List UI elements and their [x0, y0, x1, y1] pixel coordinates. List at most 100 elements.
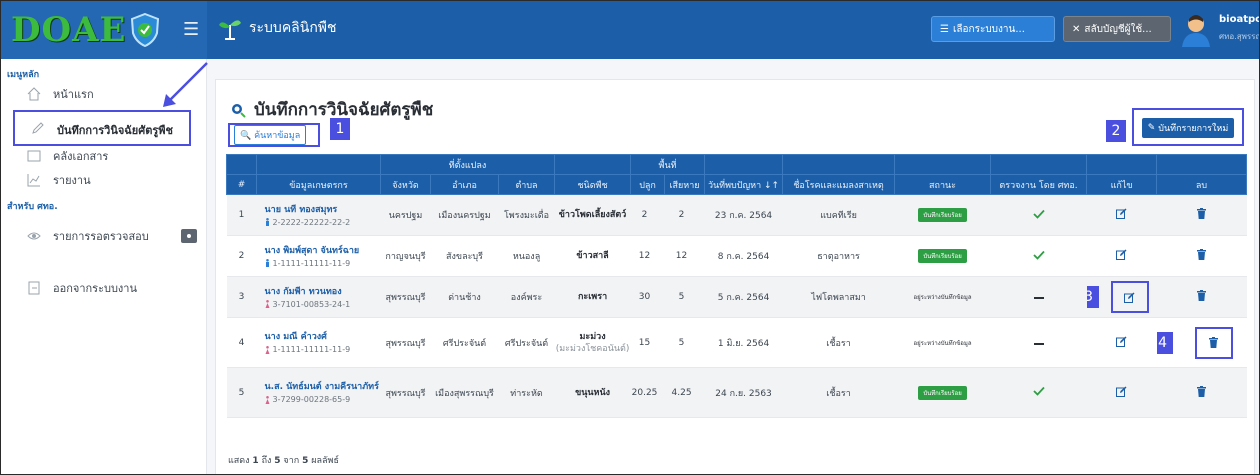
trash-icon[interactable]	[1197, 385, 1207, 397]
col-header-status: สถานะ	[894, 174, 992, 195]
brand-logo[interactable]: DOAE	[1, 1, 207, 59]
avatar[interactable]	[1181, 13, 1211, 47]
edit-cell	[1086, 367, 1157, 418]
pencil-icon	[32, 122, 44, 134]
damaged-area: 4.25	[664, 367, 705, 418]
status-badge: บันทึกเรียบร้อย	[918, 208, 967, 222]
farmer-name-link[interactable]: นาง กัมพีา ทวนทอง	[265, 286, 381, 298]
trash-icon[interactable]	[1209, 337, 1219, 348]
sidebar-item-documents-label: คลังเอกสาร	[53, 150, 109, 163]
farmer-name-link[interactable]: น.ส. นัทธ์มนต์ งามคีรนาภัทร์	[265, 381, 381, 393]
farmer-name-link[interactable]: นาง พิมพ์สุดา จันทร์ฉาย	[265, 245, 381, 257]
plant-cell: ขนุนหนัง	[554, 367, 631, 418]
sidebar-item-report[interactable]: รายงาน	[27, 169, 91, 191]
female-person-icon	[265, 395, 269, 404]
district: สังขละบุรี	[430, 235, 499, 277]
col-header-damaged: เสียหาย	[664, 174, 706, 195]
farmer-id-text: 3-7101-00853-24-1	[272, 299, 351, 309]
farmer-id: 2-2222-22222-22-2	[265, 218, 381, 227]
callout-2: 2	[1106, 120, 1126, 142]
farmer-cell: น.ส. นัทธ์มนต์ งามคีรนาภัทร์ 3-7299-0022…	[256, 367, 381, 418]
farmer-id-text: 1-1111-11111-11-9	[272, 345, 351, 354]
switch-account-button[interactable]: ✕ สลับบัญชีผู้ใช้...	[1063, 16, 1171, 42]
plant-name: ข้าวโพดเลี้ยงสัตว์	[558, 210, 627, 220]
menu-toggle-icon[interactable]: ☰	[183, 21, 199, 39]
trash-icon[interactable]	[1197, 249, 1207, 260]
col-header-edit: แก้ไข	[1086, 174, 1158, 195]
table-row: 1 นาย นที ทองสมุทร 2-2222-22222-22-2 นคร…	[226, 194, 1247, 236]
delete-cell	[1156, 276, 1247, 318]
sidebar-item-review-label: รายการรอตรวจสอบ	[53, 230, 149, 243]
footer-suffix: ผลลัพธ์	[311, 456, 339, 466]
system-title: ระบบคลินิกพืช	[217, 15, 337, 41]
edit-icon[interactable]	[1116, 208, 1127, 219]
checked-cell	[990, 367, 1087, 418]
top-navbar: DOAE ☰ ระบบคลินิกพืช ☰ เลือกระบบงาน... ✕…	[1, 1, 1259, 59]
footer-to-word: ถึง	[261, 456, 272, 466]
table-row: 3 นาง กัมพีา ทวนทอง 3-7101-00853-24-1 สุ…	[226, 276, 1247, 318]
sidebar-item-diagnosis[interactable]: บันทึกการวินิจฉัยศัตรูพืช	[13, 110, 191, 146]
group-header-blank	[1156, 154, 1248, 175]
table-group-header: ที่ตั้งแปลง พื้นที่	[226, 154, 1248, 175]
col-header-date-sort[interactable]: วันที่พบปัญหา ↓↑	[704, 174, 784, 195]
problem-date: 8 ก.ค. 2564	[704, 235, 783, 277]
col-header-planted: ปลูก	[630, 174, 666, 195]
status-badge: บันทึกเรียบร้อย	[918, 385, 967, 400]
table-row: 2 นาง พิมพ์สุดา จันทร์ฉาย 1-1111-11111-1…	[226, 235, 1247, 277]
status-cell: บันทึกเรียบร้อย	[894, 194, 991, 236]
edit-icon[interactable]	[1124, 292, 1135, 303]
edit-icon[interactable]	[1116, 336, 1127, 347]
sidebar-item-documents[interactable]: คลังเอกสาร	[27, 145, 108, 167]
province: กาญจนบุรี	[380, 235, 431, 277]
table-row: 5 น.ส. นัทธ์มนต์ งามคีรนาภัทร์ 3-7299-00…	[226, 367, 1247, 418]
search-button[interactable]: 🔍 ค้นหาข้อมูล	[234, 125, 307, 145]
plant-icon	[219, 20, 241, 40]
problem-date: 1 มิ.ย. 2564	[704, 317, 783, 368]
sidebar-main-heading: เมนูหลัก	[7, 70, 40, 80]
plant-name: กะเพรา	[577, 292, 608, 302]
new-record-button-highlight: ✎ บันทึกรายการใหม่	[1132, 108, 1244, 146]
cause: ไฟโตพลาสมา	[782, 276, 895, 318]
user-name[interactable]: bioatpc	[1219, 14, 1259, 25]
farmer-name-link[interactable]: นาย นที ทองสมุทร	[265, 204, 381, 216]
user-organization: ศทอ.สุพรรณบุรี	[1219, 32, 1259, 41]
cause: แบคทีเรีย	[782, 194, 895, 236]
group-header-blank	[990, 154, 1088, 175]
sidebar-section-heading: สำหรับ ศทอ.	[7, 202, 58, 212]
checked-cell	[990, 235, 1087, 277]
sidebar-item-diagnosis-label: บันทึกการวินิจฉัยศัตรูพืช	[57, 124, 173, 137]
edit-icon[interactable]	[1116, 386, 1127, 397]
edit-icon[interactable]	[1116, 249, 1127, 260]
status-cell: บันทึกเรียบร้อย	[894, 235, 991, 277]
group-header-blank	[226, 154, 257, 175]
farmer-cell: นาง พิมพ์สุดา จันทร์ฉาย 1-1111-11111-11-…	[256, 235, 381, 277]
status-cell: บันทึกเรียบร้อย	[894, 367, 991, 418]
footer-from: 1	[252, 456, 259, 466]
problem-date: 23 ก.ค. 2564	[704, 194, 783, 236]
planted-area: 15	[630, 317, 665, 368]
sidebar-item-review[interactable]: รายการรอตรวจสอบ	[27, 225, 149, 247]
select-system-button[interactable]: ☰ เลือกระบบงาน...	[931, 16, 1055, 42]
callout-3: 3	[1086, 286, 1099, 308]
dash-icon	[1033, 342, 1044, 345]
trash-icon[interactable]	[1197, 208, 1207, 219]
col-header-province: จังหวัด	[380, 174, 431, 195]
subdistrict: ศรีประจันต์	[498, 317, 555, 368]
sidebar-item-logout[interactable]: ออกจากระบบงาน	[27, 277, 137, 299]
new-record-button[interactable]: ✎ บันทึกรายการใหม่	[1142, 118, 1234, 138]
farmer-id-text: 2-2222-22222-22-2	[272, 217, 351, 227]
sidebar-item-home[interactable]: หน้าแรก	[27, 83, 94, 105]
status-text: อยู่ระหว่างบันทึกข้อมูล	[913, 339, 972, 347]
pencil-icon: ✎	[1147, 123, 1156, 133]
subdistrict: ท่าระหัด	[498, 367, 555, 418]
cause: ธาตุอาหาร	[782, 235, 895, 277]
pagination-info: แสดง 1 ถึง 5 จาก 5 ผลลัพธ์	[228, 453, 339, 467]
brand-text: DOAE	[11, 10, 127, 50]
list-icon: ☰	[940, 23, 949, 35]
group-header-blank	[256, 154, 381, 175]
farmer-name-link[interactable]: นาง มณี คำวงศ์	[265, 331, 381, 343]
check-icon	[1032, 250, 1045, 260]
trash-icon[interactable]	[1197, 290, 1207, 301]
group-header-blank	[704, 154, 784, 175]
footer-of-word: จาก	[283, 456, 300, 466]
